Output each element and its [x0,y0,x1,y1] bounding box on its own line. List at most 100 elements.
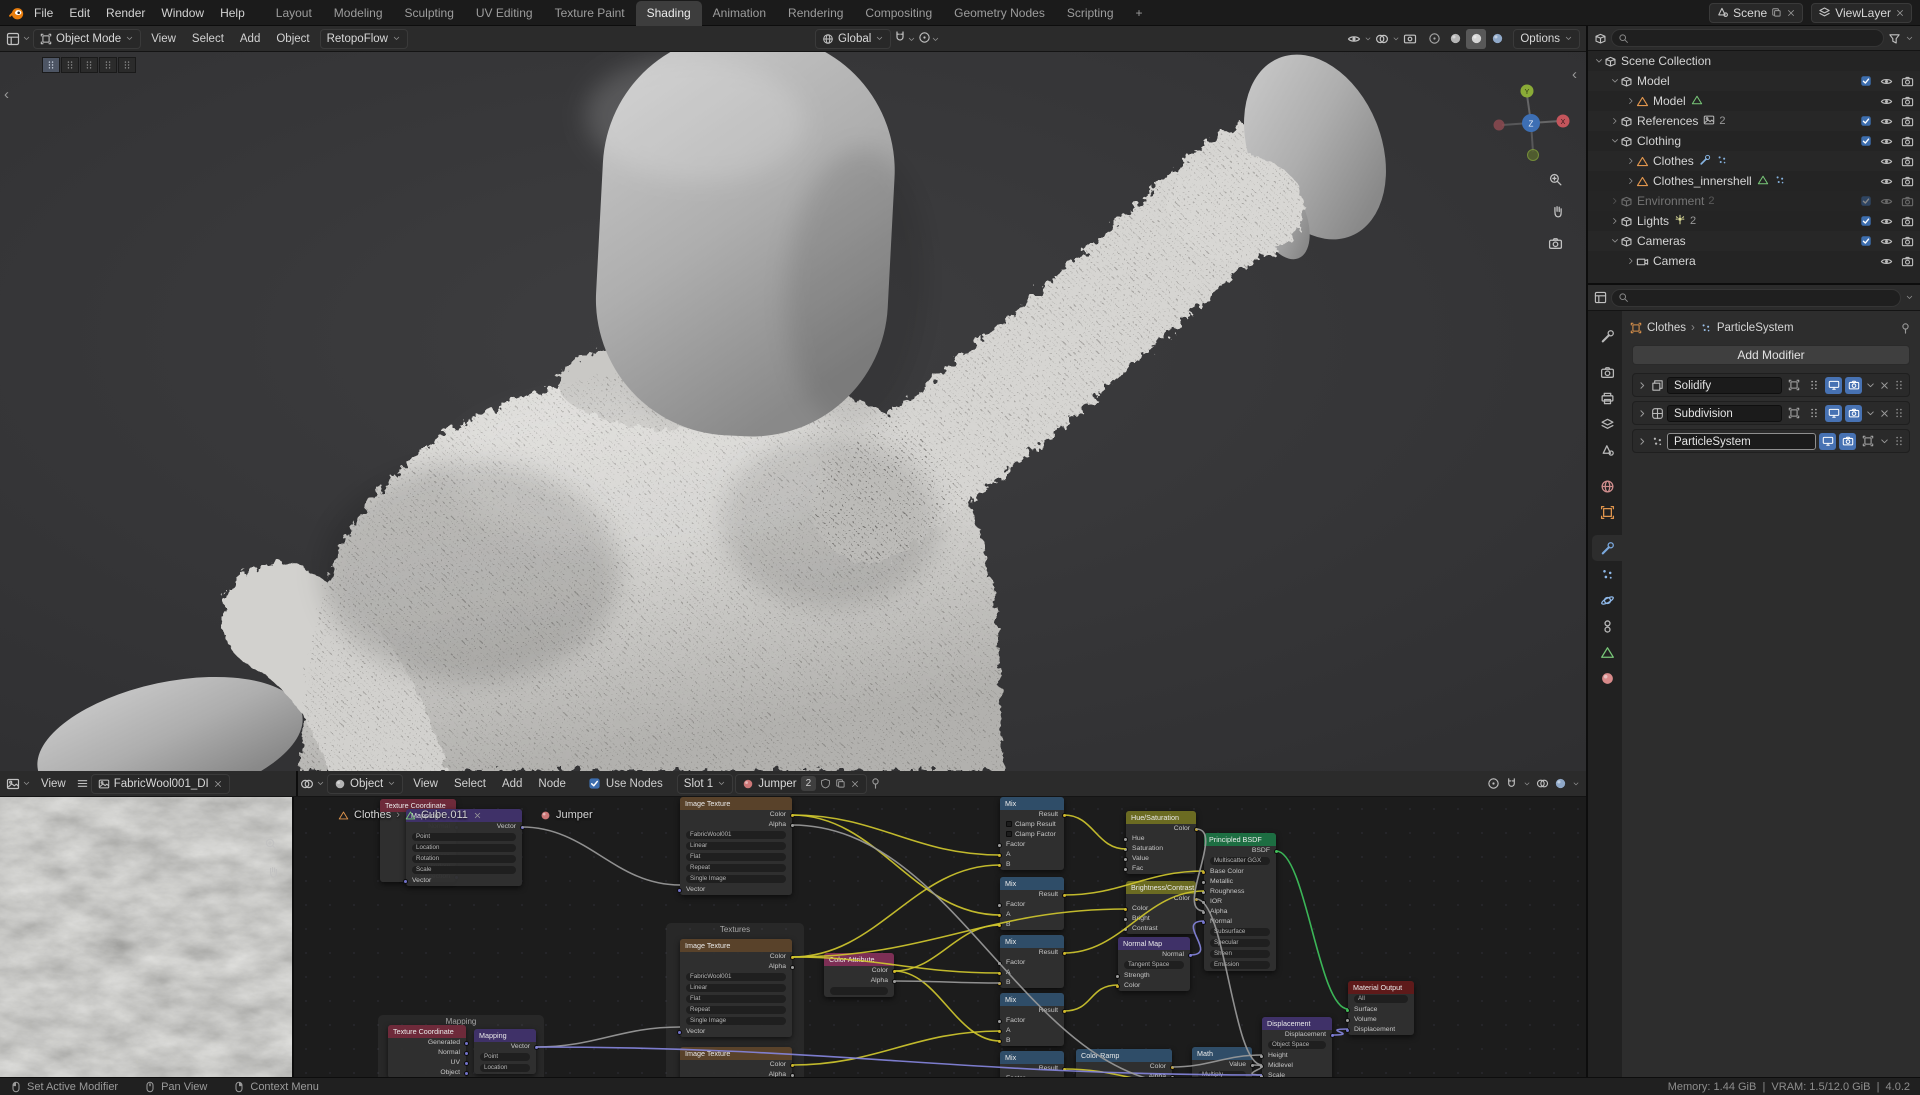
modifier-particlesystem[interactable]: ParticleSystem [1632,429,1910,453]
image-unlink-icon[interactable] [213,779,223,789]
node-hue-saturation[interactable]: Hue/SaturationColorHueSaturationValueFac [1126,811,1196,874]
toggle-editmode[interactable] [1785,377,1802,394]
breadcrumb-object-name[interactable]: Clothes [1647,322,1686,334]
editor-type-outliner-icon[interactable] [1594,32,1607,45]
shader-menu-view[interactable]: View [405,771,446,797]
add-workspace-tab[interactable]: + [1125,1,1154,26]
viewlayer-selector[interactable]: ViewLayer [1811,3,1912,23]
editor-type-image-icon[interactable] [6,777,20,791]
include-checkbox-icon[interactable] [1860,195,1872,207]
modifier-drag-handle-icon[interactable] [1893,379,1905,391]
outliner-filter-icon[interactable] [1888,32,1901,45]
snap-magnet-icon[interactable] [893,30,907,44]
scene-copy-icon[interactable] [1771,7,1782,18]
add-modifier-button[interactable]: Add Modifier [1632,345,1910,365]
toggle-render[interactable] [1845,405,1862,422]
hide-toggle-icon[interactable] [1880,215,1893,228]
collapse-arrow-icon[interactable] [1626,156,1636,166]
outliner-row-cameras[interactable]: Cameras [1588,231,1920,251]
properties-tab-particles[interactable] [1592,561,1622,587]
render-toggle-icon[interactable] [1901,115,1914,128]
material-datablock[interactable]: Jumper 2 [735,774,867,794]
menu-render[interactable]: Render [98,0,153,26]
image-editor-chevron-icon[interactable] [22,779,31,788]
outliner-row-references[interactable]: References2 [1588,111,1920,131]
image-editor[interactable] [0,797,294,1077]
use-nodes-checkbox[interactable]: Use Nodes [588,777,663,790]
node-texture-coordinate[interactable]: Texture CoordinateGeneratedNormalUVObjec… [388,1025,466,1077]
breadcrumb-mesh[interactable]: Cube.011 [421,809,468,821]
proportional-chevron-icon[interactable] [931,35,940,44]
zoom-tool[interactable] [1548,172,1563,190]
shader-pin-icon[interactable] [869,777,882,790]
hide-toggle-icon[interactable] [1880,95,1893,108]
modifier-remove-icon[interactable] [1879,380,1890,391]
modifier-remove-icon[interactable] [1879,408,1890,419]
hide-toggle-icon[interactable] [1880,175,1893,188]
viewport-tool-4[interactable] [99,57,117,73]
include-checkbox-icon[interactable] [1860,115,1872,127]
overlays-chevron-icon[interactable] [1392,35,1400,43]
render-toggle-icon[interactable] [1901,215,1914,228]
render-toggle-icon[interactable] [1901,175,1914,188]
tab-shading[interactable]: Shading [636,1,702,26]
toggle-realtime[interactable] [1819,433,1836,450]
gizmo-chevron-icon[interactable] [1364,35,1372,43]
include-checkbox-icon[interactable] [1860,75,1872,87]
node-color-attribute[interactable]: Color AttributeColorAlpha [824,953,894,997]
transform-orientation[interactable]: Global [815,29,891,49]
properties-tab-modifiers[interactable] [1592,535,1622,561]
modifier-solidify[interactable]: Solidify [1632,373,1910,397]
editor-type-properties-icon[interactable] [1594,291,1607,304]
3d-viewport[interactable]: ‹ ‹ X Z Y [0,52,1586,771]
expand-arrow-icon[interactable] [1610,236,1620,246]
toggle-oncage[interactable] [1805,377,1822,394]
expand-arrow-icon[interactable] [1594,56,1604,66]
tab-layout[interactable]: Layout [265,1,323,26]
image-editor-menu-icon[interactable] [76,777,89,790]
menu-window[interactable]: Window [153,0,212,26]
viewport-tool-3[interactable] [80,57,98,73]
shader-snap-target-icon[interactable] [1487,777,1500,790]
shading-wireframe[interactable] [1424,29,1444,49]
toolbar-expand-arrow[interactable]: ‹ [4,88,9,102]
properties-tab-tool[interactable] [1592,323,1622,349]
node-image-texture[interactable]: Image TextureColorAlphaFabricWool001Line… [680,797,792,895]
snap-chevron-icon[interactable] [907,35,916,44]
modifier-name-field[interactable]: Subdivision [1667,405,1782,422]
tab-uv-editing[interactable]: UV Editing [465,1,544,26]
shader-snap-icon[interactable] [1505,777,1518,790]
camera-view-tool[interactable] [1548,236,1563,254]
hide-toggle-icon[interactable] [1880,75,1893,88]
hide-toggle-icon[interactable] [1880,235,1893,248]
outliner-row-lights[interactable]: Lights2 [1588,211,1920,231]
material-slot-selector[interactable]: Slot 1 [677,774,733,794]
node-mix[interactable]: MixResultFactorAB [1000,877,1064,930]
node-material-output[interactable]: Material OutputAllSurfaceVolumeDisplacem… [1348,981,1414,1035]
outliner-row-camera[interactable]: Camera [1588,251,1920,271]
outliner-filter-chevron-icon[interactable] [1905,34,1914,43]
image-pan-tool[interactable] [266,865,280,882]
shading-solid[interactable] [1445,29,1465,49]
collapse-arrow-icon[interactable] [1610,196,1620,206]
node-principled-bsdf[interactable]: Principled BSDFBSDFMultiscatter GGXBase … [1204,833,1276,971]
tab-geometry-nodes[interactable]: Geometry Nodes [943,1,1056,26]
toggle-render[interactable] [1845,377,1862,394]
properties-search-input[interactable] [1611,289,1901,307]
shader-snap-chevron-icon[interactable] [1523,780,1531,788]
modifier-extras-icon[interactable] [1865,408,1876,419]
breadcrumb-data-name[interactable]: ParticleSystem [1717,322,1794,334]
node-mix[interactable]: MixResultFactorAB [1000,935,1064,988]
viewlayer-unlink-icon[interactable] [1895,8,1905,18]
shader-menu-add[interactable]: Add [494,771,530,797]
overlays-toggle-icon[interactable] [1375,32,1389,46]
menu-file[interactable]: File [26,0,61,26]
properties-tab-constraints[interactable] [1592,613,1622,639]
properties-pin-icon[interactable] [1899,322,1912,335]
show-gizmo-icon[interactable] [1347,32,1361,46]
shader-menu-node[interactable]: Node [530,771,574,797]
viewport-menu-add[interactable]: Add [232,26,268,52]
expand-arrow-icon[interactable] [1610,136,1620,146]
toggle-editmode[interactable] [1859,433,1876,450]
navigation-gizmo[interactable]: X Z Y [1466,58,1576,168]
